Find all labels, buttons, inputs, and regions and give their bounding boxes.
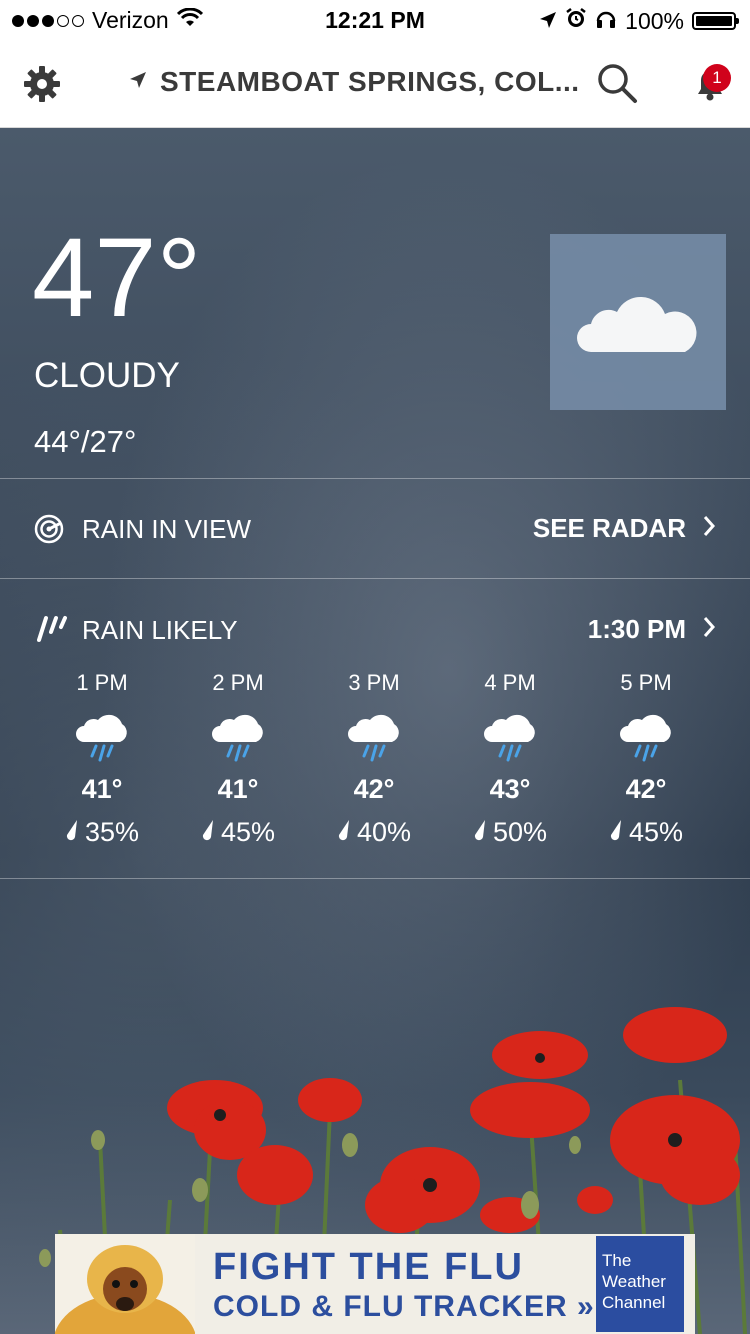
status-right: 100% xyxy=(539,7,739,35)
flu-tracker-ad[interactable]: FIGHT THE FLU COLD & FLU TRACKER » The W… xyxy=(55,1234,695,1334)
current-temperature: 47° xyxy=(32,215,202,340)
raindrop-icon xyxy=(65,817,79,848)
rain-drops-icon xyxy=(34,614,68,644)
status-bar: Verizon 12:21 PM 100% xyxy=(0,0,750,40)
location-services-icon xyxy=(539,8,557,35)
raindrop-icon xyxy=(201,817,215,848)
current-condition: CLOUDY xyxy=(34,356,180,395)
hour-temperature: 42° xyxy=(625,774,667,804)
rain-cloud-icon xyxy=(578,706,714,768)
hour-time: 3 PM xyxy=(348,670,400,695)
rain-in-view-label: RAIN IN VIEW xyxy=(82,514,252,544)
location-arrow-icon xyxy=(128,70,148,95)
raindrop-icon xyxy=(337,817,351,848)
divider xyxy=(0,478,750,479)
raindrop-icon xyxy=(609,817,623,848)
weather-channel-logo: The Weather Channel xyxy=(596,1236,684,1332)
precip-percent: 45% xyxy=(220,817,276,847)
hour-forecast-item[interactable]: 2 PM 41° 45% xyxy=(170,670,306,848)
hour-forecast-item[interactable]: 5 PM 42° 45% xyxy=(578,670,714,848)
ad-subheadline: COLD & FLU TRACKER » xyxy=(213,1290,595,1323)
rain-start-time: 1:30 PM xyxy=(587,614,686,644)
precip-chance: 45% xyxy=(578,817,714,848)
hour-time: 2 PM xyxy=(212,670,264,695)
rain-cloud-icon xyxy=(442,706,578,768)
logo-line-2: Weather xyxy=(602,1272,666,1291)
precip-chance: 50% xyxy=(442,817,578,848)
gear-icon[interactable] xyxy=(22,64,62,104)
radar-icon xyxy=(34,514,64,544)
hour-temperature: 41° xyxy=(217,774,259,804)
hour-time: 5 PM xyxy=(620,670,672,695)
battery-icon xyxy=(692,12,739,30)
search-icon[interactable] xyxy=(596,62,638,104)
precip-chance: 45% xyxy=(170,817,306,848)
hi-lo-temperature: 44°/27° xyxy=(34,424,137,459)
see-radar-link[interactable]: SEE RADAR xyxy=(533,513,716,544)
alarm-icon xyxy=(565,7,587,35)
rain-time-link[interactable]: 1:30 PM xyxy=(588,614,716,645)
precip-chance: 40% xyxy=(306,817,442,848)
hour-forecast-item[interactable]: 3 PM 42° 40% xyxy=(306,670,442,848)
precip-percent: 50% xyxy=(492,817,548,847)
notification-badge: 1 xyxy=(703,64,731,92)
logo-line-3: Channel xyxy=(602,1293,666,1312)
rain-likely-label: RAIN LIKELY xyxy=(82,615,238,645)
cloud-icon[interactable] xyxy=(550,234,726,410)
precip-percent: 40% xyxy=(356,817,412,847)
chevron-right-icon xyxy=(702,513,716,544)
weather-app-screen: Verizon 12:21 PM 100% STEAMBOAT SPRINGS,… xyxy=(0,0,750,1334)
rain-likely-row[interactable]: RAIN LIKELY 1:30 PM 1 PM 41° 35% 2 PM 41… xyxy=(0,580,750,878)
rain-cloud-icon xyxy=(34,706,170,768)
hour-temperature: 41° xyxy=(81,774,123,804)
divider xyxy=(0,878,750,879)
location-selector[interactable]: STEAMBOAT SPRINGS, COL... xyxy=(128,66,580,98)
logo-line-1: The xyxy=(602,1251,632,1270)
battery-percentage: 100% xyxy=(625,7,684,34)
hour-temperature: 42° xyxy=(353,774,395,804)
rain-cloud-icon xyxy=(170,706,306,768)
app-header: STEAMBOAT SPRINGS, COL... 1 xyxy=(0,40,750,128)
see-radar-label: SEE RADAR xyxy=(532,513,686,543)
precip-percent: 45% xyxy=(628,817,684,847)
precip-chance: 35% xyxy=(34,817,170,848)
hour-forecast-item[interactable]: 4 PM 43° 50% xyxy=(442,670,578,848)
hour-temperature: 43° xyxy=(489,774,531,804)
headphones-icon xyxy=(595,7,617,35)
divider xyxy=(0,578,750,579)
rain-cloud-icon xyxy=(306,706,442,768)
precip-percent: 35% xyxy=(84,817,140,847)
dog-in-blanket-image xyxy=(55,1234,195,1334)
chevron-right-icon xyxy=(702,614,716,645)
hour-time: 1 PM xyxy=(76,670,128,695)
raindrop-icon xyxy=(473,817,487,848)
hour-time: 4 PM xyxy=(484,670,536,695)
location-name: STEAMBOAT SPRINGS, COL... xyxy=(160,66,580,97)
ad-headline: FIGHT THE FLU xyxy=(213,1246,524,1288)
hourly-forecast: 1 PM 41° 35% 2 PM 41° 45% 3 PM 42° 40% 4… xyxy=(34,670,714,848)
hour-forecast-item[interactable]: 1 PM 41° 35% xyxy=(34,670,170,848)
radar-row[interactable]: RAIN IN VIEW SEE RADAR xyxy=(0,480,750,578)
